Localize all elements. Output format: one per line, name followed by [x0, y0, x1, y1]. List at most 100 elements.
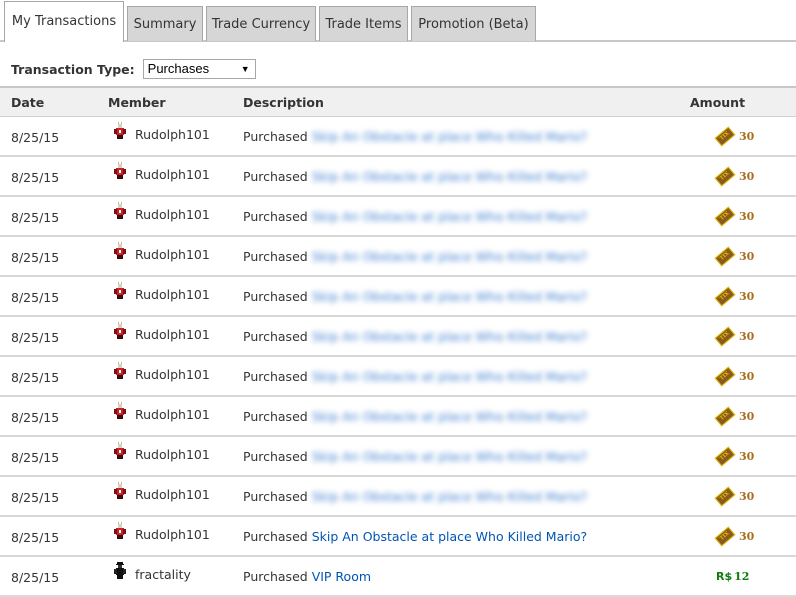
description-action: Purchased [243, 369, 308, 384]
item-link[interactable]: Skip An Obstacle at place Who Killed Mar… [312, 489, 587, 504]
transaction-date: 8/25/15 [11, 370, 60, 385]
transaction-amount: TIX 30 [714, 486, 754, 507]
member-avatar-icon[interactable] [113, 402, 127, 422]
amount-value: 12 [734, 570, 750, 583]
robux-icon: R$ [716, 570, 733, 583]
description-action: Purchased [243, 489, 308, 504]
item-link[interactable]: Skip An Obstacle at place Who Killed Mar… [312, 209, 587, 224]
table-row: 8/25/15 Rudolph101 Purchased Skip An Obs… [0, 157, 796, 197]
member-name[interactable]: Rudolph101 [135, 247, 210, 262]
amount-value: 30 [739, 330, 755, 343]
description-action: Purchased [243, 129, 308, 144]
item-link[interactable]: Skip An Obstacle at place Who Killed Mar… [312, 329, 587, 344]
member-name[interactable]: Rudolph101 [135, 487, 210, 502]
transaction-description: Purchased Skip An Obstacle at place Who … [243, 409, 587, 424]
description-action: Purchased [243, 209, 308, 224]
table-row: 8/25/15 Rudolph101 Purchased Skip An Obs… [0, 437, 796, 477]
member-avatar-icon[interactable] [113, 242, 127, 262]
header-amount: Amount [690, 95, 746, 110]
transaction-amount: TIX 30 [714, 206, 754, 227]
description-action: Purchased [243, 409, 308, 424]
transaction-amount: TIX 30 [714, 326, 755, 347]
item-link[interactable]: Skip An Obstacle at place Who Killed Mar… [312, 129, 587, 144]
member-name[interactable]: Rudolph101 [135, 207, 210, 222]
table-row: 8/25/15 Rudolph101 Purchased Skip An Obs… [0, 197, 796, 237]
member-name[interactable]: Rudolph101 [135, 447, 210, 462]
ticket-icon: TIX [714, 166, 736, 187]
ticket-icon: TIX [714, 246, 736, 267]
table-row: 8/25/15 Rudolph101 Purchased Skip An Obs… [0, 517, 796, 557]
table-row: 8/25/15 Rudolph101 Purchased Skip An Obs… [0, 357, 796, 397]
member-name[interactable]: Rudolph101 [135, 407, 210, 422]
amount-value: 30 [739, 290, 755, 303]
transaction-amount: TIX 30 [714, 446, 754, 467]
transaction-date: 8/25/15 [11, 450, 60, 465]
tab-summary[interactable]: Summary [127, 6, 203, 41]
table-row: 8/25/15 Rudolph101 Purchased Skip An Obs… [0, 277, 796, 317]
dropdown-arrow-icon: ▼ [240, 64, 250, 74]
tab-trade-items[interactable]: Trade Items [319, 6, 408, 41]
item-link[interactable]: Skip An Obstacle at place Who Killed Mar… [312, 369, 587, 384]
transaction-description: Purchased Skip An Obstacle at place Who … [243, 369, 587, 384]
member-avatar-icon[interactable] [113, 122, 127, 142]
transaction-date: 8/25/15 [11, 130, 60, 145]
tab-trade-currency[interactable]: Trade Currency [206, 6, 316, 41]
member-avatar-icon[interactable] [113, 322, 127, 342]
member-name[interactable]: Rudolph101 [135, 167, 210, 182]
transaction-date: 8/25/15 [11, 570, 60, 585]
member-name[interactable]: fractality [135, 567, 191, 582]
transaction-description: Purchased Skip An Obstacle at place Who … [243, 489, 587, 504]
transaction-description: Purchased Skip An Obstacle at place Who … [243, 329, 587, 344]
ticket-icon: TIX [714, 486, 736, 507]
description-action: Purchased [243, 329, 308, 344]
item-link[interactable]: Skip An Obstacle at place Who Killed Mar… [312, 169, 587, 184]
transaction-type-select[interactable]: Purchases ▼ [142, 59, 256, 79]
member-avatar-icon[interactable] [113, 162, 127, 182]
member-avatar-icon[interactable] [113, 362, 127, 382]
table-row: 8/25/15 Rudolph101 Purchased Skip An Obs… [0, 237, 796, 277]
ticket-icon: TIX [714, 286, 736, 307]
member-avatar-icon[interactable] [113, 442, 127, 462]
transaction-description: Purchased Skip An Obstacle at place Who … [243, 449, 587, 464]
item-link[interactable]: Skip An Obstacle at place Who Killed Mar… [312, 249, 587, 264]
transaction-amount: TIX 30 [714, 126, 755, 147]
member-avatar-icon[interactable] [113, 282, 127, 302]
amount-value: 30 [739, 130, 755, 143]
tab-promotion-beta[interactable]: Promotion (Beta) [411, 6, 536, 41]
description-action: Purchased [243, 449, 308, 464]
item-link[interactable]: Skip An Obstacle at place Who Killed Mar… [312, 289, 587, 304]
transaction-description: Purchased Skip An Obstacle at place Who … [243, 169, 587, 184]
amount-value: 30 [739, 410, 755, 423]
transaction-date: 8/25/15 [11, 490, 60, 505]
tab-my-transactions[interactable]: My Transactions [4, 1, 124, 42]
ticket-icon: TIX [714, 366, 736, 387]
member-avatar-icon[interactable] [113, 522, 127, 542]
description-action: Purchased [243, 569, 308, 584]
item-link[interactable]: Skip An Obstacle at place Who Killed Mar… [312, 409, 587, 424]
transaction-description: Purchased Skip An Obstacle at place Who … [243, 249, 587, 264]
transaction-date: 8/25/15 [11, 210, 60, 225]
transaction-description: Purchased Skip An Obstacle at place Who … [243, 289, 587, 304]
header-member: Member [108, 95, 166, 110]
transaction-description: Purchased VIP Room [243, 569, 371, 584]
member-name[interactable]: Rudolph101 [135, 127, 210, 142]
item-link[interactable]: Skip An Obstacle at place Who Killed Mar… [312, 529, 587, 544]
member-name[interactable]: Rudolph101 [135, 527, 210, 542]
member-avatar-icon[interactable] [113, 482, 127, 502]
transaction-date: 8/25/15 [11, 410, 60, 425]
member-name[interactable]: Rudolph101 [135, 327, 210, 342]
ticket-icon: TIX [714, 206, 736, 227]
ticket-icon: TIX [714, 526, 736, 547]
item-link[interactable]: Skip An Obstacle at place Who Killed Mar… [312, 449, 587, 464]
transaction-description: Purchased Skip An Obstacle at place Who … [243, 529, 587, 544]
item-link[interactable]: VIP Room [312, 569, 371, 584]
ticket-icon: TIX [714, 446, 736, 467]
table-row: 8/25/15 fractality Purchased VIP Room R$… [0, 557, 796, 597]
selected-value: Purchases [147, 61, 210, 76]
member-avatar-icon[interactable] [113, 562, 127, 582]
member-name[interactable]: Rudolph101 [135, 367, 210, 382]
transaction-amount: TIX 30 [714, 366, 754, 387]
header-date: Date [11, 95, 45, 110]
member-name[interactable]: Rudolph101 [135, 287, 210, 302]
member-avatar-icon[interactable] [113, 202, 127, 222]
